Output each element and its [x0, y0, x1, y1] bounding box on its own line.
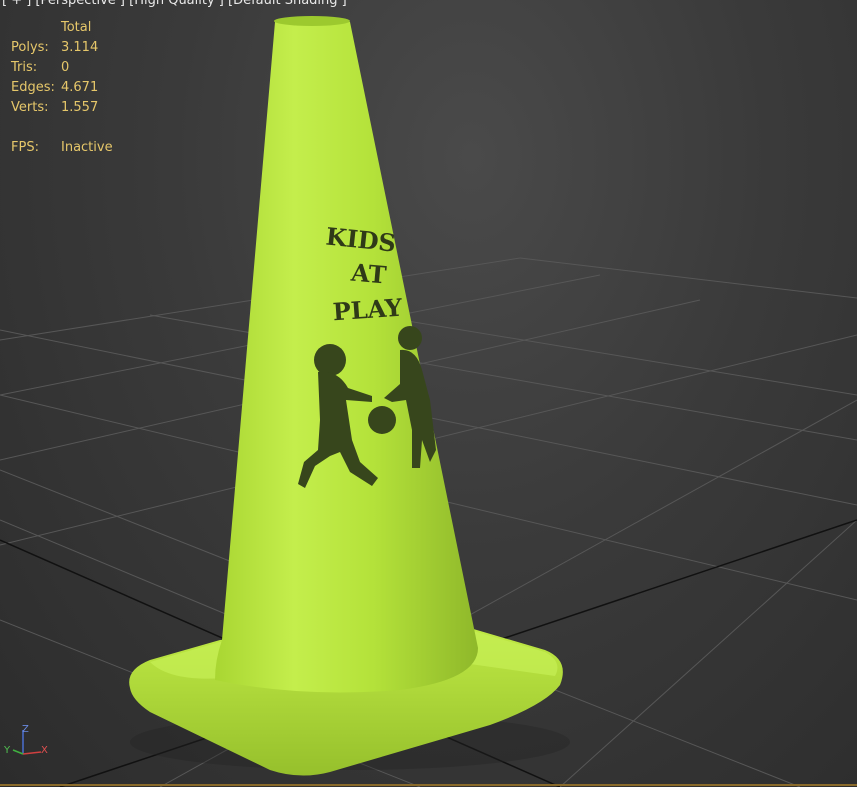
scene-canvas[interactable]: KIDS AT PLAY: [0, 0, 857, 787]
fps-value: Inactive: [61, 140, 113, 155]
verts-label: Verts:: [11, 100, 49, 115]
y-axis-line: [12, 749, 24, 755]
x-axis-label: X: [41, 745, 48, 756]
axis-gizmo[interactable]: Z X Y: [3, 722, 53, 762]
viewport-label[interactable]: [ + ] [Perspective ] [High Quality ] [De…: [2, 0, 347, 8]
viewport-bottom-border: [0, 784, 857, 786]
perspective-viewport[interactable]: KIDS AT PLAY [ + ] [Perspective ] [High …: [0, 0, 857, 787]
edges-label: Edges:: [11, 80, 55, 95]
polys-label: Polys:: [11, 40, 49, 55]
decal-line-play: PLAY: [332, 293, 404, 327]
fps-label: FPS:: [11, 140, 39, 155]
cone-body: [215, 17, 478, 693]
edges-value: 4.671: [61, 80, 99, 95]
z-axis-label: Z: [22, 724, 29, 735]
stats-header: Total: [61, 20, 92, 35]
verts-value: 1.557: [61, 100, 99, 115]
tris-value: 0: [61, 60, 70, 75]
polys-value: 3.114: [61, 40, 99, 55]
x-axis-line: [22, 751, 42, 755]
y-axis-label: Y: [3, 745, 11, 756]
tris-label: Tris:: [11, 60, 38, 75]
cone-top-opening: [274, 16, 350, 26]
decal-line-at: AT: [349, 257, 388, 289]
